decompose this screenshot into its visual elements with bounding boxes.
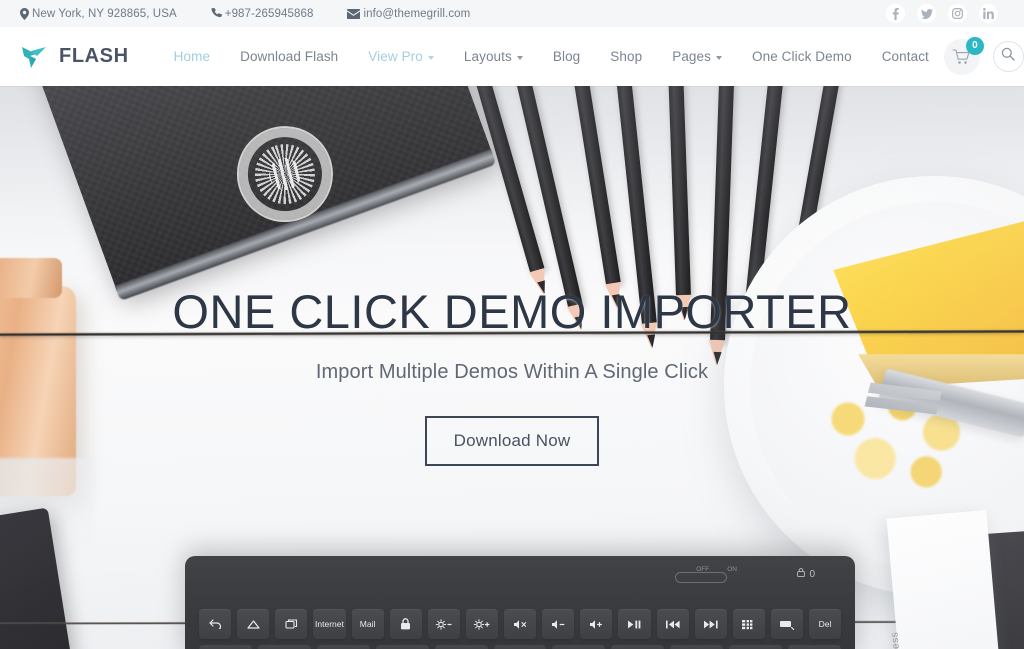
nav-label-blog: Blog [552, 49, 581, 64]
nav-item-contact[interactable]: Contact [867, 49, 944, 64]
nav-label-pages: Pages [672, 49, 711, 64]
linkedin-icon[interactable] [979, 4, 998, 23]
phone-icon [211, 8, 222, 19]
nav-item-one-click-demo[interactable]: One Click Demo [737, 49, 867, 64]
hero-subtitle: Import Multiple Demos Within A Single Cl… [315, 360, 709, 383]
cart-count-badge: 0 [965, 36, 984, 55]
facebook-icon[interactable] [886, 4, 905, 23]
site-header: FLASH Home Download Flash View Pro Layou… [0, 27, 1024, 86]
download-now-button[interactable]: Download Now [424, 415, 600, 466]
envelope-icon [347, 8, 361, 19]
nav-label-home: Home [173, 49, 211, 64]
twitter-icon[interactable] [917, 4, 936, 23]
site-logo[interactable]: FLASH [20, 43, 129, 71]
address-item: New York, NY 928865, USA [20, 7, 177, 20]
phone-item: +987-265945868 [211, 8, 314, 20]
top-bar-contacts: New York, NY 928865, USA +987-265945868 … [20, 7, 504, 20]
top-bar: New York, NY 928865, USA +987-265945868 … [0, 0, 1024, 27]
nav-item-pages[interactable]: Pages [657, 49, 737, 64]
search-icon [1001, 47, 1016, 66]
hero-title: ONE CLICK DEMO IMPORTER [172, 285, 852, 338]
nav-item-blog[interactable]: Blog [538, 49, 595, 64]
nav-item-view-pro[interactable]: View Pro [353, 49, 449, 64]
brand-name: FLASH [59, 45, 129, 67]
cart-button[interactable]: 0 [943, 36, 984, 75]
nav-label-layouts: Layouts [463, 49, 512, 64]
header-actions: 0 [943, 36, 1024, 75]
nav-label-shop: Shop [610, 49, 643, 64]
flash-bird-logo-icon [20, 43, 48, 71]
nav-label-download-flash: Download Flash [240, 49, 339, 64]
nav-item-shop[interactable]: Shop [595, 49, 657, 64]
nav-label-contact: Contact [881, 49, 929, 64]
chevron-down-icon [716, 55, 722, 60]
nav-label-view-pro: View Pro [368, 49, 423, 64]
social-links [886, 4, 1006, 23]
instagram-icon[interactable] [948, 4, 967, 23]
chevron-down-icon [516, 55, 523, 60]
location-pin-icon [20, 7, 29, 20]
address-text: New York, NY 928865, USA [32, 7, 177, 20]
nav-item-home[interactable]: Home [159, 49, 225, 64]
hero-banner: pusiuess OFF ON 0 [0, 86, 1024, 649]
nav-item-download-flash[interactable]: Download Flash [225, 49, 353, 64]
nav-label-one-click-demo: One Click Demo [752, 49, 852, 64]
phone-text: +987-265945868 [224, 7, 314, 20]
chevron-down-icon [427, 55, 434, 60]
nav-item-layouts[interactable]: Layouts [449, 49, 538, 64]
hero-content: ONE CLICK DEMO IMPORTER Import Multiple … [0, 86, 1024, 649]
search-button[interactable] [992, 41, 1024, 72]
email-text: info@themegrill.com [363, 7, 471, 20]
email-item: info@themegrill.com [347, 8, 470, 20]
main-navigation: Home Download Flash View Pro Layouts Blo… [159, 49, 944, 64]
